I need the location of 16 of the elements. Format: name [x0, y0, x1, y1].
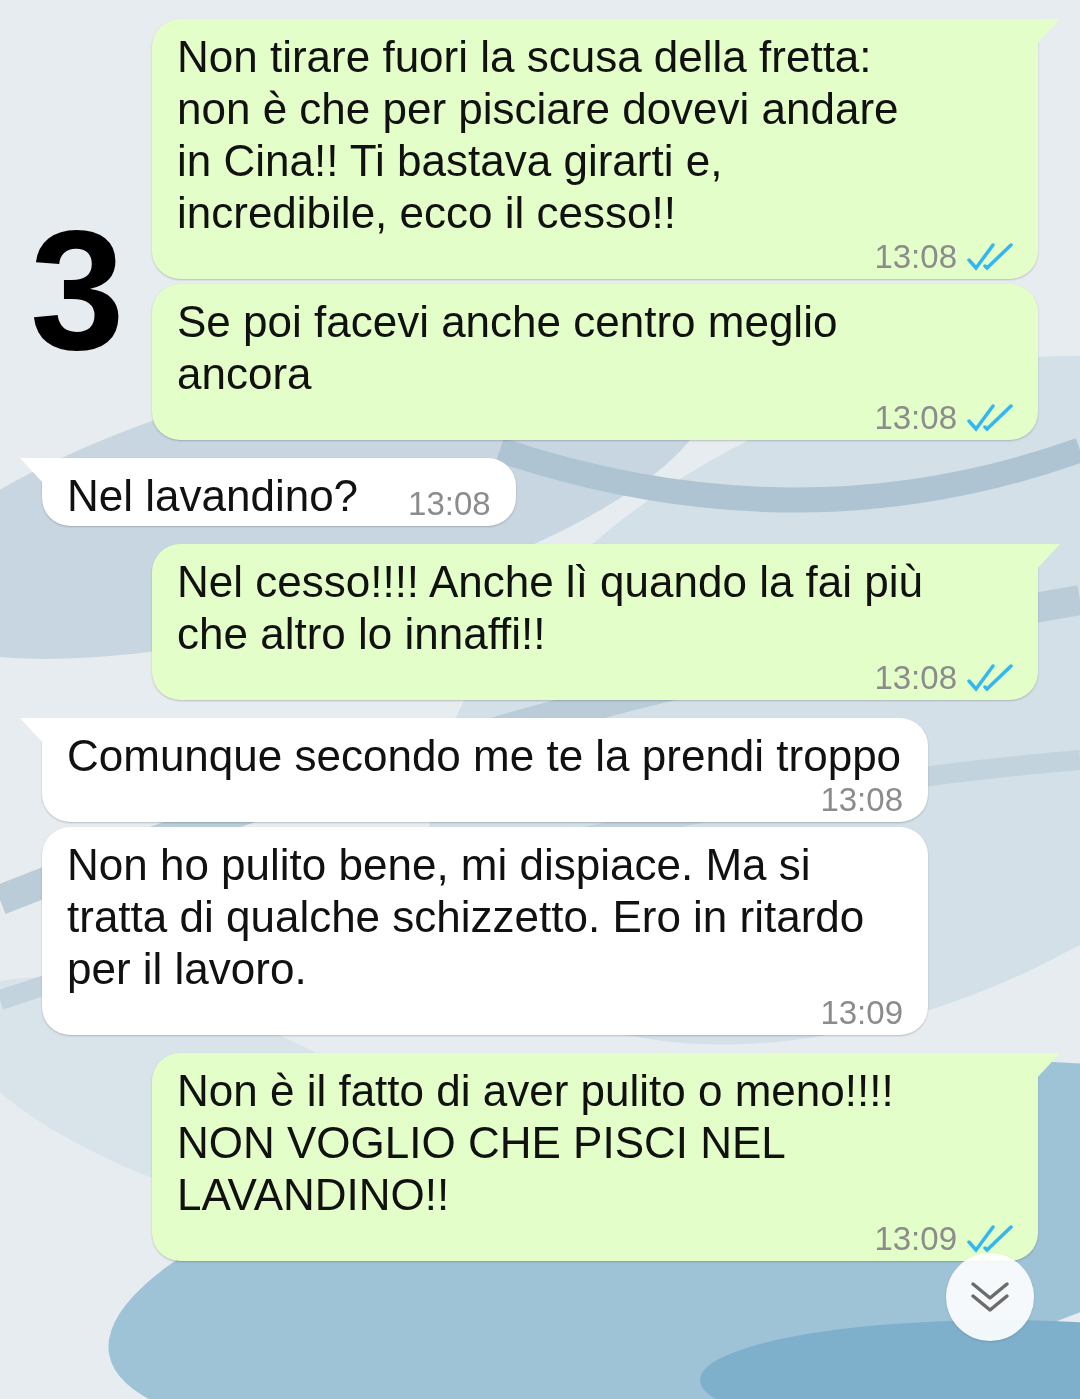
- message-time: 13:08: [874, 660, 957, 696]
- message-text: Non tirare fuori la scusa della fretta: non è che per pisciare dovevi andare in Cina!! Ti bastava girarti e, incredibile, ecco il cesso!!: [177, 31, 900, 239]
- message-time: 13:08: [874, 239, 957, 275]
- annotation-number: 3: [30, 205, 125, 375]
- message-text: Nel lavandino?: [67, 470, 359, 522]
- message-text: Comunque secondo me te la prendi troppo: [67, 730, 902, 782]
- message-time: 13:09: [874, 1221, 957, 1257]
- message-text: Non ho pulito bene, mi dispiace. Ma si tratta di qualche schizzetto. Ero in ritardo per il lavoro.: [67, 839, 866, 995]
- message-time: 13:09: [820, 995, 903, 1031]
- message-text: Nel cesso!!!! Anche lì quando la fai più che altro lo innaffi!!: [177, 556, 925, 660]
- message-time: 13:08: [820, 782, 903, 818]
- message-time: 13:08: [874, 400, 957, 436]
- message-text: Non è il fatto di aver pulito o meno!!!! NON VOGLIO CHE PISCI NEL LAVANDINO!!: [177, 1065, 895, 1221]
- message-time: 13:08: [408, 486, 491, 522]
- message-text: Se poi facevi anche centro meglio ancora: [177, 296, 839, 400]
- double-chevron-down-icon: [970, 1280, 1010, 1314]
